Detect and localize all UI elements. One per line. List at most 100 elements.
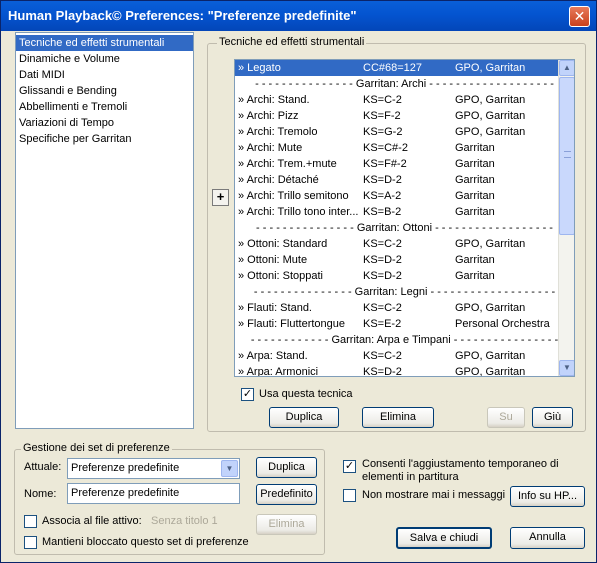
category-item[interactable]: Specifiche per Garritan	[16, 131, 193, 147]
technique-rows: » Legato CC#68=127 GPO, Garritan - - - - - …	[235, 60, 574, 377]
technique-name: » Archi: Trillo semitono	[238, 190, 349, 202]
technique-row[interactable]: » Archi: Pizz KS=F-2 GPO, Garritan	[235, 108, 574, 124]
technique-row[interactable]: » Flauti: Fluttertongue KS=E-2 Personal Or…	[235, 316, 574, 332]
category-item[interactable]: Dati MIDI	[16, 67, 193, 83]
technique-row[interactable]: » Flauti: Stand. KS=C-2 GPO, Garritan	[235, 300, 574, 316]
technique-scrollbar[interactable]: ▲ ▼	[558, 60, 574, 376]
technique-library: Garritan	[455, 270, 495, 282]
technique-keyswitch: CC#68=127	[363, 62, 423, 74]
scroll-thumb[interactable]	[559, 77, 574, 235]
use-technique-label: Usa questa tecnica	[259, 388, 353, 400]
category-item[interactable]: Glissandi e Bending	[16, 83, 193, 99]
technique-row[interactable]: » Ottoni: Mute KS=D-2 Garritan	[235, 252, 574, 268]
category-list[interactable]: Tecniche ed effetti strumentali Dinamiche…	[15, 32, 194, 429]
never-show-checkbox[interactable]	[343, 489, 356, 502]
default-set-button[interactable]: Predefinito	[256, 484, 317, 505]
technique-name: » Flauti: Stand.	[238, 302, 312, 314]
scroll-thumb-grip	[564, 151, 571, 158]
technique-keyswitch: KS=B-2	[363, 206, 402, 218]
technique-row[interactable]: » Archi: Trillo semitono KS=A-2 Garritan	[235, 188, 574, 204]
add-technique-button[interactable]: +	[212, 189, 229, 206]
use-technique-check-mark: ✓	[242, 388, 253, 400]
technique-row[interactable]: » Legato CC#68=127 GPO, Garritan	[235, 60, 574, 76]
technique-library: Personal Orchestra	[455, 318, 550, 330]
technique-library: Garritan	[455, 174, 495, 186]
technique-library: GPO, Garritan	[455, 238, 526, 250]
technique-name: » Arpa: Armonici	[238, 366, 319, 377]
technique-name: » Ottoni: Standard	[238, 238, 328, 250]
technique-keyswitch: KS=D-2	[363, 270, 402, 282]
technique-row[interactable]: » Archi: Stand. KS=C-2 GPO, Garritan	[235, 92, 574, 108]
chevron-down-icon[interactable]: ▼	[221, 460, 238, 477]
category-item[interactable]: Abbellimenti e Tremoli	[16, 99, 193, 115]
technique-row[interactable]: » Arpa: Armonici KS=D-2 GPO, Garritan	[235, 364, 574, 377]
technique-row[interactable]: » Ottoni: Standard KS=C-2 GPO, Garritan	[235, 236, 574, 252]
technique-keyswitch: KS=D-2	[363, 174, 402, 186]
move-up-button[interactable]: Su	[487, 407, 525, 428]
technique-name: » Archi: Pizz	[238, 110, 299, 122]
technique-row[interactable]: » Archi: Trem.+mute KS=F#-2 Garritan	[235, 156, 574, 172]
title-bar: Human Playback© Preferences: "Preferenze…	[1, 1, 596, 31]
associate-file-checkbox[interactable]	[24, 515, 37, 528]
save-close-button[interactable]: Salva e chiudi	[396, 527, 492, 549]
technique-library: GPO, Garritan	[455, 126, 526, 138]
move-down-button[interactable]: Giù	[532, 407, 573, 428]
technique-name: » Archi: Tremolo	[238, 126, 318, 138]
technique-row[interactable]: » Archi: Mute KS=C#-2 Garritan	[235, 140, 574, 156]
duplicate-technique-button[interactable]: Duplica	[269, 407, 339, 428]
technique-keyswitch: KS=F#-2	[363, 158, 407, 170]
technique-row[interactable]: » Ottoni: Stoppati KS=D-2 Garritan	[235, 268, 574, 284]
preference-sets-group-title: Gestione dei set di preferenze	[21, 442, 172, 454]
technique-name: » Archi: Détaché	[238, 174, 319, 186]
keep-locked-checkbox[interactable]	[24, 536, 37, 549]
technique-keyswitch: KS=C-2	[363, 238, 402, 250]
scroll-down-button[interactable]: ▼	[559, 360, 574, 376]
technique-keyswitch: KS=D-2	[363, 366, 402, 377]
name-field-value: Preferenze predefinite	[71, 487, 180, 499]
delete-set-button[interactable]: Elimina	[256, 514, 317, 535]
technique-library: Garritan	[455, 190, 495, 202]
technique-row[interactable]: » Archi: Tremolo KS=G-2 GPO, Garritan	[235, 124, 574, 140]
category-item[interactable]: Tecniche ed effetti strumentali	[16, 35, 193, 51]
technique-row[interactable]: » Archi: Détaché KS=D-2 Garritan	[235, 172, 574, 188]
info-hp-button[interactable]: Info su HP...	[510, 486, 585, 507]
duplicate-set-button[interactable]: Duplica	[256, 457, 317, 478]
technique-library: Garritan	[455, 142, 495, 154]
current-set-value: Preferenze predefinite	[71, 462, 180, 474]
technique-library: Garritan	[455, 254, 495, 266]
close-button[interactable]: ✕	[569, 6, 590, 27]
preferences-dialog: Human Playback© Preferences: "Preferenze…	[0, 0, 597, 563]
group-separator: - - - - - - - - - - - - - - - Garritan: …	[253, 286, 556, 298]
technique-keyswitch: KS=F-2	[363, 110, 401, 122]
name-field[interactable]: Preferenze predefinite	[67, 483, 240, 504]
technique-keyswitch: KS=C-2	[363, 302, 402, 314]
current-set-label: Attuale:	[24, 461, 62, 473]
technique-library: GPO, Garritan	[455, 94, 526, 106]
technique-library: GPO, Garritan	[455, 366, 526, 377]
technique-name: » Legato	[238, 62, 281, 74]
group-separator: - - - - - - - - - - - - - - - Garritan: …	[256, 222, 553, 234]
associate-file-name: Senza titolo 1	[151, 515, 218, 527]
technique-keyswitch: KS=C-2	[363, 94, 402, 106]
associate-file-label: Associa al file attivo:	[42, 515, 142, 527]
delete-technique-button[interactable]: Elimina	[362, 407, 434, 428]
current-set-dropdown[interactable]: Preferenze predefinite ▼	[67, 458, 240, 479]
technique-name: » Ottoni: Mute	[238, 254, 308, 266]
keep-locked-label: Mantieni bloccato questo set di preferen…	[42, 536, 249, 548]
group-separator: - - - - - - - - - - - - - - - Garritan: …	[255, 78, 554, 90]
techniques-group-title: Tecniche ed effetti strumentali	[217, 36, 367, 48]
cancel-button[interactable]: Annulla	[510, 527, 585, 549]
scroll-up-button[interactable]: ▲	[559, 60, 574, 76]
technique-row[interactable]: » Archi: Trillo tono inter... KS=B-2 Garri…	[235, 204, 574, 220]
technique-row[interactable]: » Arpa: Stand. KS=C-2 GPO, Garritan	[235, 348, 574, 364]
allow-adjust-checkbox[interactable]: ✓	[343, 460, 356, 473]
category-item[interactable]: Variazioni di Tempo	[16, 115, 193, 131]
group-separator: - - - - - - - - - - - - Garritan: Arpa e…	[250, 334, 559, 346]
technique-name: » Archi: Trem.+mute	[238, 158, 337, 170]
technique-keyswitch: KS=E-2	[363, 318, 402, 330]
category-item[interactable]: Dinamiche e Volume	[16, 51, 193, 67]
never-show-label: Non mostrare mai i messaggi	[362, 489, 506, 501]
technique-keyswitch: KS=C#-2	[363, 142, 408, 154]
technique-list[interactable]: » Legato CC#68=127 GPO, Garritan - - - - - …	[234, 59, 575, 377]
use-technique-checkbox[interactable]: ✓	[241, 388, 254, 401]
